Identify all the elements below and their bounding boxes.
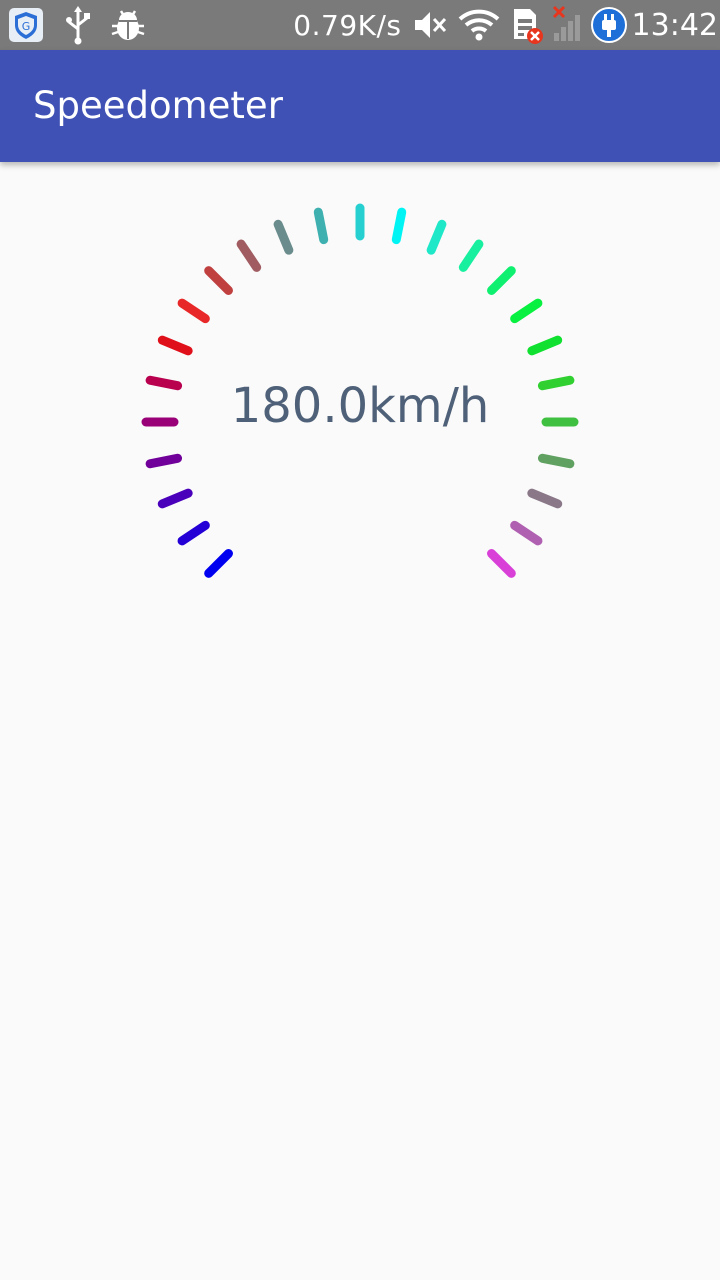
svg-text:G: G bbox=[22, 20, 31, 33]
mute-icon bbox=[412, 7, 448, 43]
gauge-tick bbox=[236, 239, 262, 272]
debug-bug-icon bbox=[110, 7, 146, 43]
gauge-tick bbox=[487, 266, 516, 295]
gauge-tick bbox=[177, 298, 210, 324]
gauge-tick bbox=[537, 453, 575, 469]
gauge-tick bbox=[458, 239, 484, 272]
gauge-tick bbox=[527, 335, 563, 356]
network-speed-text: 0.79K/s bbox=[293, 8, 402, 42]
power-plug-icon bbox=[590, 6, 628, 44]
shield-app-icon: G bbox=[8, 7, 44, 43]
speed-readout: 180.0km/h bbox=[230, 378, 490, 434]
gauge-tick bbox=[145, 453, 183, 469]
status-bar-right: 0.79K/s 13:42 bbox=[293, 0, 718, 50]
gauge-tick bbox=[487, 549, 516, 578]
gauge-tick bbox=[313, 207, 329, 245]
gauge-tick bbox=[273, 219, 294, 255]
sim-error-icon bbox=[510, 5, 544, 45]
gauge-tick bbox=[391, 207, 407, 245]
main-content: 180.0km/h bbox=[0, 162, 720, 1280]
gauge-tick bbox=[527, 488, 563, 509]
status-bar: G 0.79K/s 13:42 bbox=[0, 0, 720, 50]
gauge-tick bbox=[426, 219, 447, 255]
gauge-tick bbox=[157, 488, 193, 509]
usb-icon bbox=[64, 5, 92, 45]
no-signal-icon bbox=[552, 5, 584, 45]
gauge-tick bbox=[204, 266, 233, 295]
app-bar: Speedometer bbox=[0, 50, 720, 162]
status-bar-left: G bbox=[8, 0, 146, 50]
app-title: Speedometer bbox=[33, 84, 283, 127]
gauge-tick bbox=[177, 520, 210, 546]
gauge-tick bbox=[510, 298, 543, 324]
wifi-icon bbox=[458, 7, 500, 43]
gauge-tick bbox=[157, 335, 193, 356]
gauge-tick bbox=[510, 520, 543, 546]
gauge-tick bbox=[204, 549, 233, 578]
clock-time: 13:42 bbox=[631, 7, 718, 43]
